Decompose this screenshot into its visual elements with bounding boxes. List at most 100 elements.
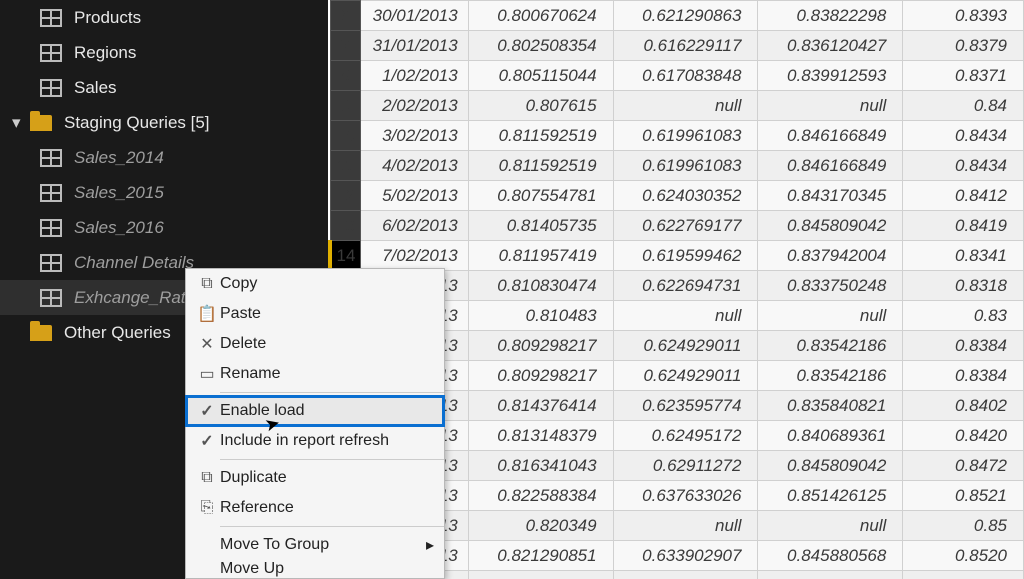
cell-value[interactable]: 0.816341043 [468,451,613,481]
cell-value[interactable]: 0.622769177 [613,211,758,241]
cell-value[interactable]: 0.624929011 [613,331,758,361]
table-row[interactable]: 114/02/20130.8115925190.6199610830.84616… [330,151,1024,181]
cell-value[interactable]: 0.851426125 [758,481,903,511]
row-number[interactable]: 7 [330,31,360,61]
cell-value[interactable]: 0.807615 [468,91,613,121]
cell-value[interactable]: null [758,511,903,541]
cell-value[interactable]: 0.846166849 [758,151,903,181]
cell-value[interactable]: 0.62911272 [613,451,758,481]
cell-value[interactable]: 0.845880568 [758,541,903,571]
cell-value[interactable]: 0.809298217 [468,331,613,361]
cell-date[interactable]: 31/01/2013 [360,31,468,61]
ctx-move-to-group[interactable]: Move To Group▸ [186,530,444,560]
ctx-rename[interactable]: ▭Rename [186,359,444,389]
ctx-copy[interactable]: ⧉Copy [186,269,444,299]
cell-date[interactable]: 5/02/2013 [360,181,468,211]
cell-value[interactable]: null [758,91,903,121]
cell-value[interactable]: 0.8384 [903,331,1024,361]
cell-value[interactable]: 0.616229117 [613,31,758,61]
cell-value[interactable]: 0.83542186 [758,361,903,391]
cell-date[interactable]: 2/02/2013 [360,91,468,121]
cell-value[interactable]: 0.811592519 [468,151,613,181]
cell-value[interactable]: 0.624030352 [613,181,758,211]
cell-value[interactable]: 0.846166849 [758,121,903,151]
ctx-duplicate[interactable]: ⧉Duplicate [186,463,444,493]
row-number[interactable]: 13 [330,211,360,241]
cell-value[interactable]: 0.836120427 [758,31,903,61]
ctx-move-up[interactable]: Move Up [186,560,444,578]
ctx-paste[interactable]: 📋Paste [186,299,444,329]
cell-value[interactable]: 0.837942004 [758,241,903,271]
cell-value[interactable]: 0.811592519 [468,121,613,151]
table-row[interactable]: 92/02/20130.807615nullnull0.84 [330,91,1024,121]
cell-value[interactable]: 0.622694731 [613,271,758,301]
sidebar-item-sales-2015[interactable]: Sales_2015 [0,175,328,210]
cell-value[interactable]: 0.811957419 [468,241,613,271]
cell-value[interactable]: 0.8420 [903,421,1024,451]
cell-value[interactable]: 0.8402 [903,391,1024,421]
cell-value[interactable]: 0.843170345 [758,181,903,211]
cell-value[interactable]: 0.8434 [903,121,1024,151]
cell-value[interactable]: 0.8393 [903,1,1024,31]
cell-value[interactable]: 0.621290863 [613,1,758,31]
cell-value[interactable]: 0.8379 [903,31,1024,61]
cell-value[interactable]: 0.814376414 [468,391,613,421]
cell-value[interactable]: 0.807554781 [468,181,613,211]
row-number[interactable]: 9 [330,91,360,121]
cell-value[interactable]: 0.8434 [903,151,1024,181]
cell-value[interactable]: 0.624929011 [613,361,758,391]
sidebar-item-sales-2014[interactable]: Sales_2014 [0,140,328,175]
cell-value[interactable]: 0.617083848 [613,61,758,91]
cell-value[interactable]: 0.809298217 [468,361,613,391]
table-row[interactable]: 136/02/20130.814057350.6227691770.845809… [330,211,1024,241]
cell-value[interactable]: 0.821290851 [468,541,613,571]
table-row[interactable]: 630/01/20130.8006706240.6212908630.83822… [330,1,1024,31]
cell-value[interactable]: 0.802508354 [468,31,613,61]
cell-date[interactable]: 1/02/2013 [360,61,468,91]
ctx-reference[interactable]: ⎘Reference [186,493,444,523]
row-number[interactable]: 12 [330,181,360,211]
cell-value[interactable]: 0.813148379 [468,421,613,451]
cell-value[interactable]: 0.83 [903,301,1024,331]
cell-value[interactable]: 0.619961083 [613,121,758,151]
cell-value[interactable]: 0.833750248 [758,271,903,301]
cell-value[interactable]: 0.810483 [468,301,613,331]
cell-value[interactable]: 0.820349 [468,511,613,541]
cell-value[interactable]: 0.8412 [903,181,1024,211]
sidebar-item-products[interactable]: Products [0,0,328,35]
row-number[interactable]: 6 [330,1,360,31]
cell-value[interactable]: 0.822588384 [468,481,613,511]
table-row[interactable]: 731/01/20130.8025083540.6162291170.83612… [330,31,1024,61]
cell-value[interactable]: 0.8520 [903,541,1024,571]
cell-value[interactable]: 0.840689361 [758,421,903,451]
ctx-delete[interactable]: ✕Delete [186,329,444,359]
cell-value[interactable]: 0.83822298 [758,1,903,31]
cell-value[interactable]: 0.810830474 [468,271,613,301]
cell-value[interactable]: 0.633902907 [613,541,758,571]
cell-value[interactable]: 0.83542186 [758,331,903,361]
table-row[interactable]: 147/02/20130.8119574190.6195994620.83794… [330,241,1024,271]
cell-value[interactable]: 0.845809042 [758,211,903,241]
cell-value[interactable]: 0.8318 [903,271,1024,301]
cell-value[interactable]: 0.8521 [903,481,1024,511]
cell-value[interactable]: 0.637633026 [613,481,758,511]
cell-date[interactable]: 7/02/2013 [360,241,468,271]
row-number[interactable]: 11 [330,151,360,181]
ctx-include-refresh[interactable]: ✓Include in report refresh [186,426,444,456]
cell-value[interactable]: 0.81405735 [468,211,613,241]
folder-staging-queries[interactable]: ▾ Staging Queries [5] [0,105,328,140]
table-row[interactable]: 103/02/20130.8115925190.6199610830.84616… [330,121,1024,151]
cell-value[interactable]: 0.619961083 [613,151,758,181]
cell-value[interactable]: 0.62495172 [613,421,758,451]
row-number[interactable]: 14 [330,241,360,271]
cell-value[interactable]: 0.84 [903,91,1024,121]
cell-value[interactable]: 0.839912593 [758,61,903,91]
row-number[interactable]: 10 [330,121,360,151]
sidebar-item-regions[interactable]: Regions [0,35,328,70]
cell-value[interactable]: 0.8384 [903,361,1024,391]
cell-value[interactable]: 0.800670624 [468,1,613,31]
ctx-enable-load[interactable]: ✓Enable load [186,396,444,426]
cell-value[interactable]: null [613,91,758,121]
table-row[interactable]: 125/02/20130.8075547810.6240303520.84317… [330,181,1024,211]
cell-value[interactable]: 0.619599462 [613,241,758,271]
